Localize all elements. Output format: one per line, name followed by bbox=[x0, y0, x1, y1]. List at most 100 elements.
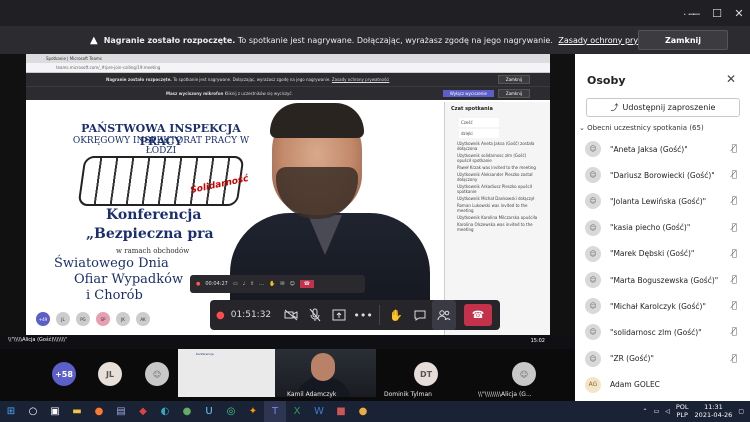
participant-row[interactable]: ☺ "ZR (Gość)" 🎙̸ bbox=[585, 346, 745, 372]
avatar: ☺ bbox=[585, 245, 601, 262]
participant-name: "Dariusz Borowiecki (Gość)" bbox=[610, 170, 715, 180]
chat-title: Czat spotkania bbox=[451, 106, 493, 112]
phone-icon: ☎ bbox=[471, 309, 485, 321]
participants-section-header[interactable]: ⌄ Obecni uczestnicy spotkania (65) bbox=[579, 124, 704, 132]
minimize-button[interactable]: — bbox=[684, 7, 706, 20]
chat-event: Użytkownik Aneta Jaksa (Gość) została do… bbox=[457, 141, 535, 151]
shared-mute-banner: Masz wyciszony mikrofon Kliknij z uczest… bbox=[26, 86, 550, 100]
tray-arrow-icon[interactable]: ⌃ bbox=[643, 408, 648, 415]
shared-taskbar-clock: 15:02 bbox=[530, 338, 545, 344]
share-screen-button[interactable] bbox=[327, 300, 351, 330]
mic-off-icon bbox=[309, 308, 321, 322]
avatar: ☺ bbox=[585, 350, 601, 367]
participant-row[interactable]: AG Adam GOLEC bbox=[585, 372, 745, 398]
shared-recording-banner: Nagranie zostało rozpoczęte. To spotkani… bbox=[26, 73, 550, 86]
close-window-button[interactable]: ✕ bbox=[728, 7, 750, 20]
avatar: ☺ bbox=[585, 141, 601, 158]
shared-taskbar: \\"\\\\\Alicja (Gość)\\\\\\\" 15:02 bbox=[0, 335, 575, 349]
camera-toggle-button[interactable] bbox=[279, 300, 303, 330]
teams-icon[interactable]: T bbox=[264, 401, 286, 422]
participant-row[interactable]: ☺ "Aneta Jaksa (Gość)" 🎙̸ bbox=[585, 136, 745, 162]
browser-tab: Spotkanie | Microsoft Teams bbox=[26, 54, 550, 63]
app-icon[interactable]: ■ bbox=[330, 401, 352, 422]
participants-button[interactable] bbox=[432, 300, 457, 330]
shared-avatars: +49 JL PG SP JK AK bbox=[36, 312, 150, 326]
participant-row[interactable]: ☺ "Marek Dębski (Gość)" 🎙̸ bbox=[585, 241, 745, 267]
search-icon[interactable]: ○ bbox=[22, 401, 44, 422]
language-indicator[interactable]: POL PLP bbox=[676, 403, 689, 419]
shared-chat-icon: ✉ bbox=[280, 281, 285, 287]
avatar-jl[interactable]: JL bbox=[98, 362, 122, 386]
tile-label-kamil: Kamil Adamczyk bbox=[287, 391, 337, 398]
app-icon[interactable]: ● bbox=[352, 401, 374, 422]
people-panel: Osoby ✕ ⤴ Udostępnij zaproszenie ⌄ Obecn… bbox=[575, 54, 750, 401]
app-icon[interactable]: ✦ bbox=[242, 401, 264, 422]
avatar-dt[interactable]: DT bbox=[414, 362, 438, 386]
share-invite-button[interactable]: ⤴ Udostępnij zaproszenie bbox=[586, 98, 740, 117]
firefox-icon[interactable]: ● bbox=[88, 401, 110, 422]
chat-event: Użytkownik Arkadiusz Pleszko opuścił spo… bbox=[457, 184, 532, 194]
avatar-alicja[interactable]: ☺ bbox=[512, 362, 536, 386]
recording-text: To spotkanie jest nagrywane. Dołączając,… bbox=[237, 35, 553, 45]
excel-icon[interactable]: X bbox=[286, 401, 308, 422]
avatar: ☺ bbox=[585, 324, 601, 341]
shared-more-icon: … bbox=[259, 281, 265, 287]
start-icon[interactable]: ⊞ bbox=[0, 401, 22, 422]
share-icon bbox=[332, 309, 346, 321]
chat-button[interactable] bbox=[408, 300, 432, 330]
edge-icon[interactable]: ◐ bbox=[154, 401, 176, 422]
mic-off-icon: 🎙̸ bbox=[731, 170, 737, 181]
shared-share-icon: ⇪ bbox=[249, 281, 255, 287]
save-icon[interactable]: ▤ bbox=[110, 401, 132, 422]
task-view-icon[interactable]: ▣ bbox=[44, 401, 66, 422]
app-icon[interactable]: ◎ bbox=[220, 401, 242, 422]
participant-row[interactable]: ☺ "Michał Karolczyk (Gość)" 🎙̸ bbox=[585, 293, 745, 319]
mic-toggle-button[interactable] bbox=[303, 300, 327, 330]
participant-row[interactable]: ☺ "solidarnosc zlm (Gość)" 🎙̸ bbox=[585, 319, 745, 345]
kamil-tile[interactable] bbox=[275, 349, 376, 397]
participant-row[interactable]: ☺ "Jolanta Lewińska (Gość)" 🎙̸ bbox=[585, 188, 745, 214]
window-titlebar: ... — ☐ ✕ bbox=[0, 0, 750, 26]
avatar: AG bbox=[585, 376, 601, 393]
participant-row[interactable]: ☺ "Dariusz Borowiecki (Gość)" 🎙̸ bbox=[585, 162, 745, 188]
shared-taskbar-label: \\"\\\\\Alicja (Gość)\\\\\\\" bbox=[8, 337, 68, 343]
slide-line-3: i Chorób bbox=[86, 288, 143, 303]
user-icon: ☺ bbox=[152, 369, 162, 379]
slide-line-1: Światowego Dnia bbox=[54, 256, 169, 271]
participant-row[interactable]: ☺ "kasia piecho (Gość)" 🎙̸ bbox=[585, 215, 745, 241]
lang-1: POL bbox=[675, 403, 689, 411]
network-icon[interactable]: ▭ bbox=[654, 408, 660, 415]
avatar-generic[interactable]: ☺ bbox=[145, 362, 169, 386]
call-duration: 01:51:32 bbox=[230, 310, 272, 320]
share-icon: ⤴ bbox=[610, 103, 619, 112]
chat-event: Użytkownik Aleksander Pleszko został doł… bbox=[457, 172, 533, 182]
clock[interactable]: 11:31 2021-04-26 bbox=[695, 403, 733, 419]
avatar: ☺ bbox=[585, 219, 601, 236]
app-icon[interactable]: ● bbox=[176, 401, 198, 422]
maximize-button[interactable]: ☐ bbox=[706, 7, 728, 20]
more-actions-button[interactable]: ••• bbox=[351, 300, 375, 330]
word-icon[interactable]: W bbox=[308, 401, 330, 422]
participant-name: "Marek Dębski (Gość)" bbox=[610, 249, 695, 259]
chat-message: Cześć bbox=[459, 118, 499, 127]
participant-name: Adam GOLEC bbox=[610, 380, 660, 390]
banner-close-button[interactable]: Zamknij bbox=[638, 30, 728, 50]
file-explorer-icon[interactable]: ▬ bbox=[66, 401, 88, 422]
chat-event: Paweł Krzak was invited to the meeting bbox=[457, 165, 536, 170]
share-invite-label: Udostępnij zaproszenie bbox=[622, 103, 716, 112]
slide-title: „Bezpieczna pra bbox=[86, 226, 214, 242]
close-panel-icon[interactable]: ✕ bbox=[726, 72, 736, 86]
people-icon bbox=[437, 310, 451, 321]
participant-row[interactable]: ☺ "Marta Boguszewska (Gość)" 🎙̸ bbox=[585, 267, 745, 293]
hang-up-button[interactable]: ☎ bbox=[464, 304, 493, 326]
participant-name: "Jolanta Lewińska (Gość)" bbox=[610, 196, 707, 206]
volume-icon[interactable]: ◁ bbox=[665, 408, 670, 415]
solidarnosc-tile[interactable]: Konferencja bbox=[178, 349, 275, 397]
shared-rec-link: Zasady ochrony prywatności bbox=[331, 77, 390, 82]
notification-icon[interactable]: ▢ bbox=[738, 408, 744, 415]
app-icon[interactable]: ◆ bbox=[132, 401, 154, 422]
overflow-avatar[interactable]: +58 bbox=[52, 362, 76, 386]
recording-message: Nagranie zostało rozpoczęte. To spotkani… bbox=[104, 36, 674, 45]
app-icon[interactable]: U bbox=[198, 401, 220, 422]
raise-hand-button[interactable]: ✋ bbox=[384, 300, 408, 330]
